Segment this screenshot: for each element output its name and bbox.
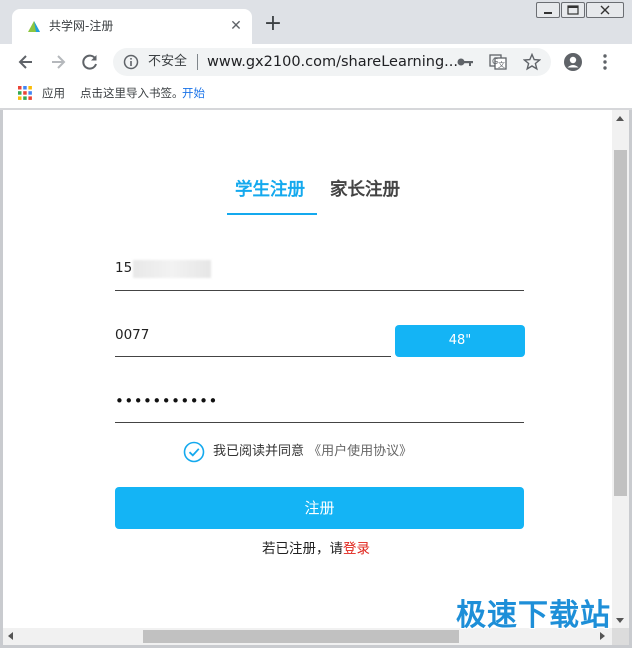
translate-icon[interactable]: G 文 <box>489 54 507 70</box>
agree-text: 我已阅读并同意 《用户使用协议》 <box>213 443 412 461</box>
phone-input[interactable]: 15 <box>115 256 524 291</box>
scroll-up-icon[interactable] <box>616 116 624 121</box>
watermark: 极速下载站 <box>456 598 611 633</box>
security-label[interactable]: 不安全 <box>148 53 187 71</box>
title-bar: 共学网-注册 ✕ + <box>0 0 632 44</box>
star-icon[interactable] <box>523 53 541 71</box>
password-input[interactable]: ••••••••••• <box>115 390 524 423</box>
check-circle-icon[interactable] <box>183 441 205 463</box>
key-icon[interactable] <box>456 54 474 70</box>
reload-icon[interactable] <box>80 52 100 72</box>
forward-icon[interactable] <box>48 52 68 72</box>
agree-label: 我已阅读并同意 <box>213 444 305 459</box>
tab-student-register[interactable]: 学生注册 <box>235 179 305 201</box>
scroll-left-icon[interactable] <box>8 632 13 640</box>
code-value: 0077 <box>115 327 150 343</box>
url-text[interactable]: www.gx2100.com/shareLearning... <box>207 52 458 72</box>
register-button[interactable]: 注册 <box>115 487 524 529</box>
back-icon[interactable] <box>16 52 36 72</box>
plus-icon[interactable]: + <box>262 13 284 35</box>
address-bar[interactable]: 不安全 www.gx2100.com/shareLearning... G 文 <box>113 48 551 76</box>
phone-value: 15 <box>115 260 133 276</box>
user-agreement-link[interactable]: 《用户使用协议》 <box>308 444 412 459</box>
page-viewport: 学生注册 家长注册 15 0077 48" ••••••••••• 我已阅读并同… <box>3 110 612 628</box>
start-link[interactable]: 开始 <box>182 86 205 100</box>
tab-title: 共学网-注册 <box>49 19 114 33</box>
info-icon[interactable] <box>123 54 139 70</box>
window-border <box>0 110 3 648</box>
tab-parent-register[interactable]: 家长注册 <box>330 179 400 201</box>
window-close-button[interactable] <box>586 2 624 18</box>
account-icon[interactable] <box>563 52 583 72</box>
menu-icon[interactable] <box>597 52 613 72</box>
scroll-corner <box>612 628 629 645</box>
scroll-down-icon[interactable] <box>616 618 624 623</box>
close-icon[interactable]: ✕ <box>226 16 246 36</box>
bookmarks-bar: 应用 点击这里导入书签。 开始 <box>0 80 632 108</box>
minimize-button[interactable] <box>536 2 560 18</box>
active-tab-indicator <box>227 213 317 215</box>
login-link[interactable]: 登录 <box>343 541 370 557</box>
maximize-button[interactable] <box>561 2 585 18</box>
favicon-icon <box>28 21 40 32</box>
import-bookmarks-text: 点击这里导入书签。 <box>80 86 184 100</box>
phone-redacted <box>133 260 211 278</box>
password-mask: ••••••••••• <box>115 392 218 410</box>
horizontal-scroll-thumb[interactable] <box>143 630 459 643</box>
vertical-scrollbar[interactable] <box>612 110 629 628</box>
agreement-row: 我已阅读并同意 《用户使用协议》 <box>183 441 483 463</box>
verification-code-input[interactable]: 0077 <box>115 324 391 357</box>
omnibox-divider <box>197 54 198 70</box>
login-prompt: 若已注册，请登录 <box>262 539 370 559</box>
send-code-countdown-button[interactable]: 48" <box>395 325 525 357</box>
vertical-scroll-thumb[interactable] <box>614 150 627 496</box>
apps-label[interactable]: 应用 <box>42 86 65 100</box>
svg-text:文: 文 <box>498 60 505 69</box>
browser-tab[interactable]: 共学网-注册 ✕ <box>12 9 252 44</box>
login-prompt-text: 若已注册，请 <box>262 541 343 557</box>
apps-icon[interactable] <box>18 86 32 100</box>
browser-toolbar: 不安全 www.gx2100.com/shareLearning... G 文 <box>0 44 632 80</box>
